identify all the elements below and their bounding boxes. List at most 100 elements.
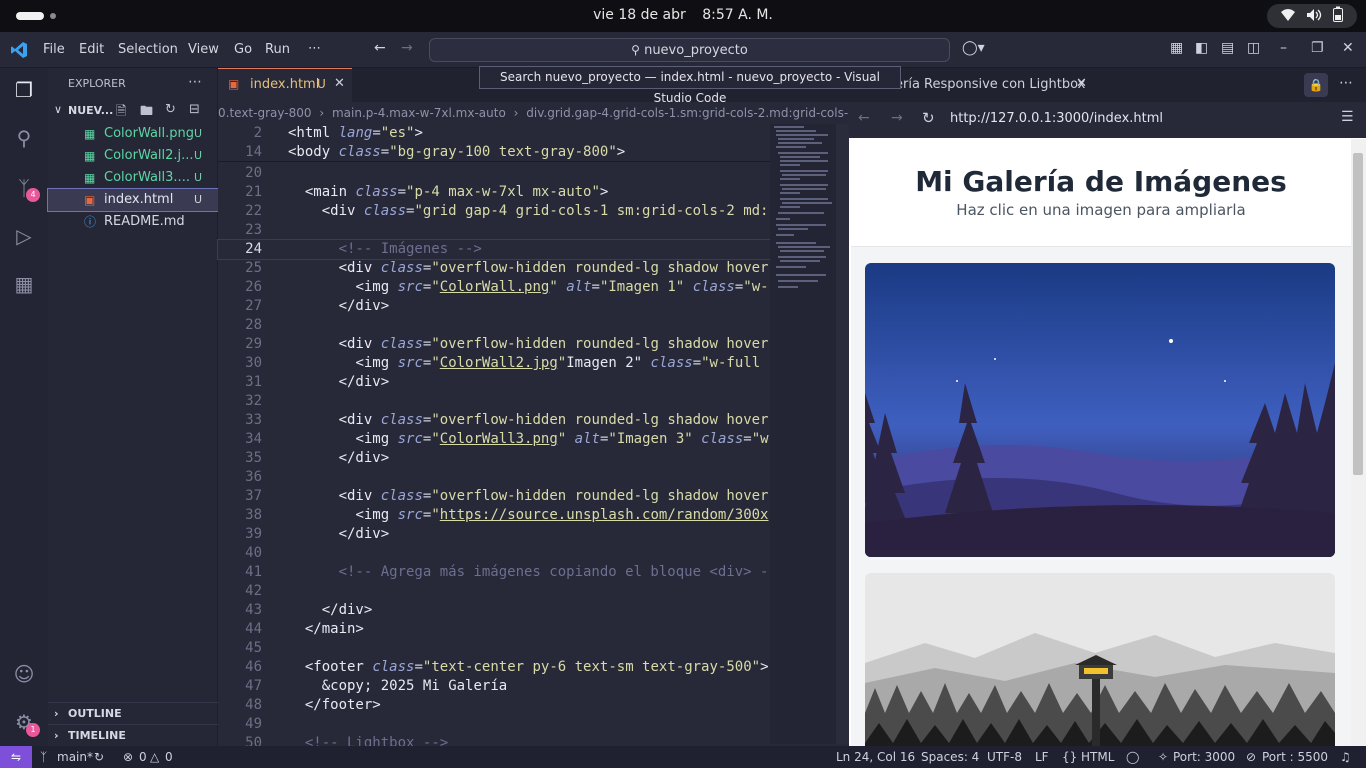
new-folder-icon[interactable]: 🖿: [140, 102, 153, 124]
menu-run[interactable]: Run: [265, 42, 290, 57]
code-line[interactable]: 27 </div>: [218, 297, 770, 316]
code-line[interactable]: 47 &copy; 2025 Mi Galería: [218, 677, 770, 696]
gallery-image-2[interactable]: [865, 573, 1335, 746]
browser-scrollbar[interactable]: [1351, 139, 1366, 746]
encoding[interactable]: UTF-8: [987, 746, 1022, 768]
explorer-icon[interactable]: ❐: [10, 76, 38, 104]
close-window-icon[interactable]: ✕: [1342, 40, 1354, 56]
code-line[interactable]: 48 </footer>: [218, 696, 770, 715]
code-line[interactable]: 43 </div>: [218, 601, 770, 620]
editor-scrollbar[interactable]: [836, 124, 849, 744]
code-line[interactable]: 21 <main class="p-4 max-w-7xl mx-auto">: [218, 183, 770, 202]
errors-count[interactable]: 0: [139, 746, 147, 768]
system-tray[interactable]: [1267, 4, 1357, 28]
browser-scroll-thumb[interactable]: [1353, 153, 1363, 475]
code-line[interactable]: 49: [218, 715, 770, 734]
refresh-icon[interactable]: ↻: [165, 102, 176, 117]
code-line[interactable]: 33 <div class="overflow-hidden rounded-l…: [218, 411, 770, 430]
gallery-image-1[interactable]: [865, 263, 1335, 557]
search-view-icon[interactable]: ⚲: [10, 124, 38, 152]
code-line[interactable]: 41 <!-- Agrega más imágenes copiando el …: [218, 563, 770, 582]
browser-menu-icon[interactable]: ☰: [1341, 109, 1354, 125]
copilot-status-icon[interactable]: ◯: [1126, 746, 1139, 768]
live-server-port[interactable]: Port: 3000: [1173, 746, 1235, 768]
lock-icon[interactable]: 🔒: [1304, 73, 1328, 97]
tab-index-html[interactable]: ▣ index.html U ✕: [218, 68, 352, 102]
remote-indicator-icon[interactable]: ⇋: [0, 746, 32, 768]
menu-edit[interactable]: Edit: [79, 42, 104, 57]
extensions-icon[interactable]: ▦: [10, 270, 38, 298]
restore-icon[interactable]: ❐: [1311, 40, 1324, 56]
code-line[interactable]: 14 <body class="bg-gray-100 text-gray-800…: [218, 143, 770, 162]
code-line[interactable]: 46 <footer class="text-center py-6 text-…: [218, 658, 770, 677]
system-clock[interactable]: vie 18 de abr 8:57 A. M.: [0, 7, 1366, 23]
notifications-bell-icon[interactable]: ♫: [1340, 746, 1351, 768]
code-line[interactable]: 23: [218, 221, 770, 240]
file-colorwall3-png[interactable]: ▦ ColorWall3.... U: [48, 167, 218, 189]
browser-back-icon[interactable]: ←: [858, 110, 870, 126]
browser-tab-close-icon[interactable]: ✕: [1076, 76, 1087, 91]
code-line[interactable]: 45: [218, 639, 770, 658]
code-line[interactable]: 28: [218, 316, 770, 335]
browser-url-input[interactable]: http://127.0.0.1:3000/index.html: [950, 111, 1163, 126]
customize-layout-icon[interactable]: ▦: [1170, 40, 1183, 56]
browser-forward-icon[interactable]: →: [891, 110, 903, 126]
indentation[interactable]: Spaces: 4: [921, 746, 979, 768]
code-line[interactable]: 39 </div>: [218, 525, 770, 544]
new-file-icon[interactable]: 🗎: [116, 102, 126, 124]
code-line[interactable]: 40: [218, 544, 770, 563]
code-line[interactable]: 42: [218, 582, 770, 601]
code-line[interactable]: 20: [218, 164, 770, 183]
tab-close-icon[interactable]: ✕: [334, 76, 345, 91]
breadcrumb-item[interactable]: main.p-4.max-w-7xl.mx-auto: [332, 106, 506, 120]
folder-chevron-icon[interactable]: ∨: [54, 103, 62, 116]
cursor-position[interactable]: Ln 24, Col 16: [836, 746, 915, 768]
collapse-all-icon[interactable]: ⊟: [189, 102, 200, 117]
explorer-more-icon[interactable]: ⋯: [188, 74, 202, 90]
menu-view[interactable]: View: [188, 42, 219, 57]
accounts-icon[interactable]: ☺: [10, 660, 38, 688]
outline-section[interactable]: › OUTLINE: [48, 702, 218, 724]
code-line[interactable]: 37 <div class="overflow-hidden rounded-l…: [218, 487, 770, 506]
code-line[interactable]: 34 <img src="ColorWall3.png" alt="Imagen…: [218, 430, 770, 449]
timeline-section[interactable]: › TIMELINE: [48, 724, 218, 746]
browser-tab-title[interactable]: ería Responsive con Lightbox: [895, 77, 1085, 92]
file-index-html[interactable]: ▣ index.html U: [47, 188, 219, 212]
port-5500[interactable]: Port : 5500: [1262, 746, 1328, 768]
minimize-icon[interactable]: –: [1280, 40, 1287, 56]
file-colorwall2-jpg[interactable]: ▦ ColorWall2.j... U: [48, 145, 218, 167]
code-line[interactable]: 32: [218, 392, 770, 411]
code-line[interactable]: 44 </main>: [218, 620, 770, 639]
browser-more-icon[interactable]: ⋯: [1339, 75, 1353, 91]
toggle-secondary-sidebar-icon[interactable]: ◫: [1247, 40, 1260, 56]
code-line[interactable]: 35 </div>: [218, 449, 770, 468]
code-line[interactable]: 26 <img src="ColorWall.png" alt="Imagen …: [218, 278, 770, 297]
sync-icon[interactable]: ↻: [94, 746, 104, 768]
more-menu-icon[interactable]: ⋯: [308, 41, 321, 56]
code-line[interactable]: 22 <div class="grid gap-4 grid-cols-1 sm…: [218, 202, 770, 221]
code-line[interactable]: 2 <html lang="es">: [218, 124, 770, 143]
warnings-count[interactable]: 0: [165, 746, 173, 768]
code-line[interactable]: 30 <img src="ColorWall2.jpg"Imagen 2" cl…: [218, 354, 770, 373]
nav-forward-icon[interactable]: →: [401, 40, 413, 56]
toggle-panel-icon[interactable]: ▤: [1221, 40, 1234, 56]
language-mode[interactable]: HTML: [1081, 746, 1114, 768]
eol[interactable]: LF: [1035, 746, 1049, 768]
browser-reload-icon[interactable]: ↻: [922, 109, 935, 127]
code-line[interactable]: 36: [218, 468, 770, 487]
nav-back-icon[interactable]: ←: [374, 40, 386, 56]
run-debug-icon[interactable]: ▷: [10, 222, 38, 250]
toggle-sidebar-icon[interactable]: ◧: [1195, 40, 1208, 56]
code-line[interactable]: 24 <!-- Imágenes -->: [217, 239, 771, 260]
workspace-folder[interactable]: NUEV...: [68, 104, 113, 117]
menu-file[interactable]: File: [43, 42, 65, 57]
code-line[interactable]: 25 <div class="overflow-hidden rounded-l…: [218, 259, 770, 278]
menu-go[interactable]: Go: [234, 42, 252, 57]
code-line[interactable]: 29 <div class="overflow-hidden rounded-l…: [218, 335, 770, 354]
breadcrumb-item[interactable]: 0.text-gray-800: [218, 106, 312, 120]
menu-selection[interactable]: Selection: [118, 42, 178, 57]
file-readme-md[interactable]: ⓘ README.md: [48, 211, 218, 233]
copilot-icon[interactable]: ◯▾: [962, 40, 985, 56]
minimap[interactable]: [770, 124, 836, 744]
code-line[interactable]: 31 </div>: [218, 373, 770, 392]
